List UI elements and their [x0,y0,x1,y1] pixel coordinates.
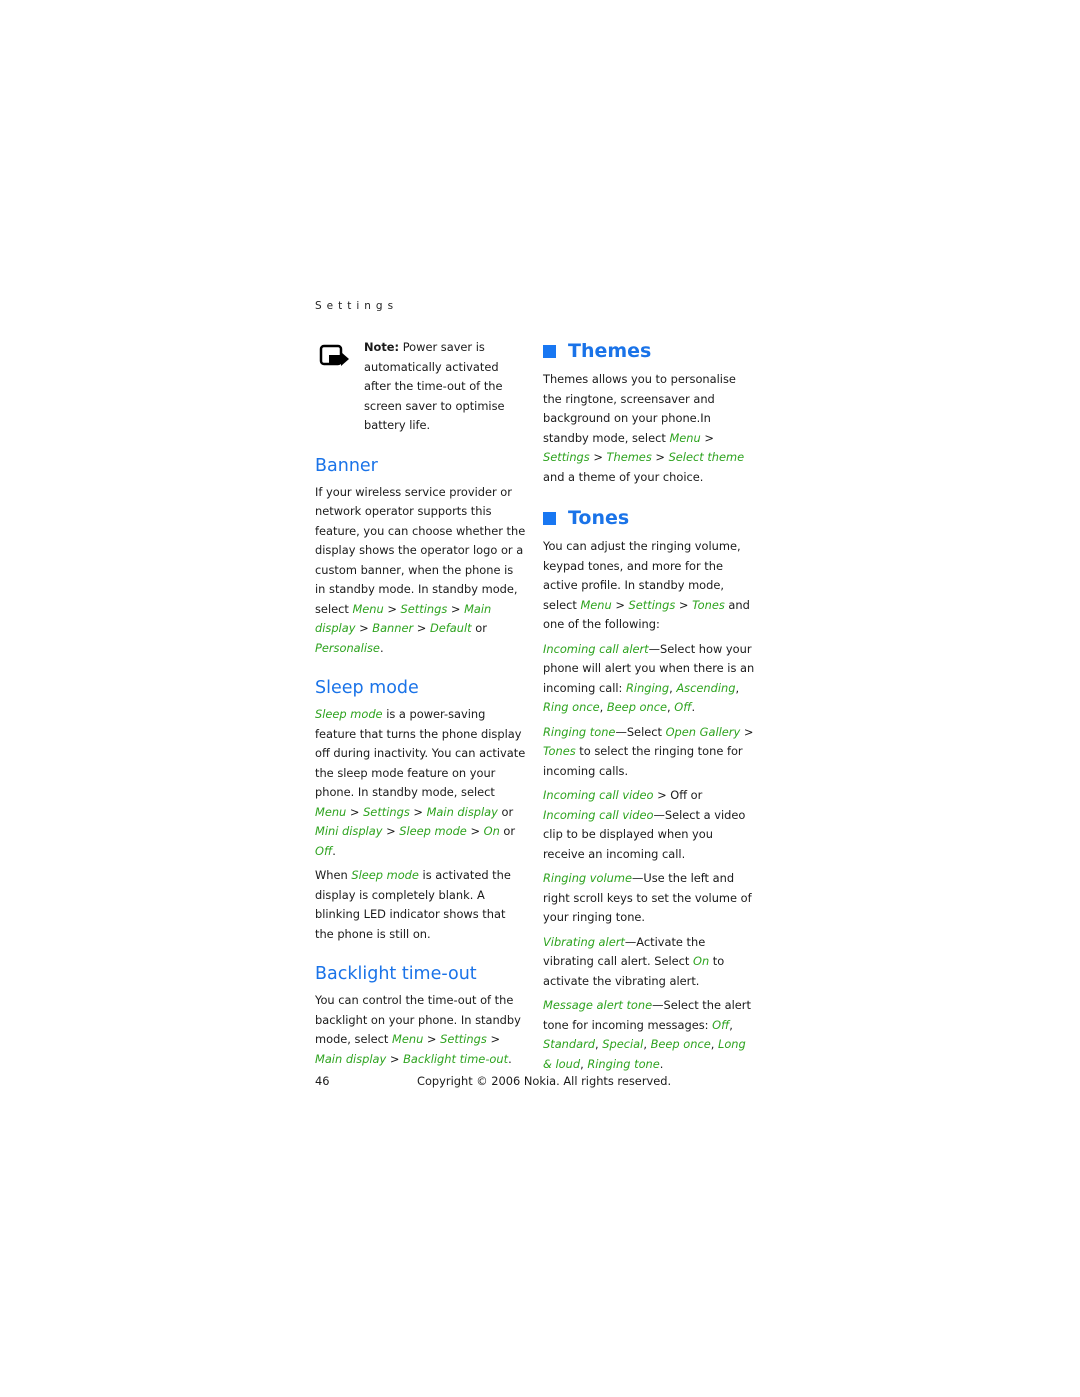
banner-paragraph: If your wireless service provider or net… [315,484,526,655]
backlight-paragraph: You can control the time-out of the back… [315,993,521,1066]
tones-item-incoming-call-video: Incoming call video > Off or Incoming ca… [543,788,746,861]
tones-heading: Tones [543,505,755,531]
link-default: Default [429,621,472,635]
right-column: Themes Themes allows you to personalise … [543,338,755,1079]
sleep-mode-heading: Sleep mode [315,678,419,698]
link-banner: Banner [372,621,414,635]
note-box: Note: Power saver is automatically activ… [315,338,527,436]
sleep-mode-paragraph-2: When Sleep mode is activated the display… [315,868,511,941]
tones-item-vibrating-alert: Vibrating alert—Activate the vibrating c… [543,934,725,988]
themes-heading: Themes [543,338,755,364]
tones-item-incoming-call-alert: Incoming call alert—Select how your phon… [543,641,755,715]
backlight-heading: Backlight time-out [315,964,477,984]
section-square-icon [543,344,556,358]
note-icon [319,344,349,366]
tones-item-ringing-volume: Ringing volume—Use the left and right sc… [543,871,752,924]
themes-paragraph: Themes allows you to personalise the rin… [543,372,745,484]
running-head: Settings [315,300,399,312]
link-menu: Menu [352,601,384,616]
sleep-mode-paragraph: Sleep mode is a power-saving feature tha… [315,707,526,858]
copyright: Copyright © 2006 Nokia. All rights reser… [417,1074,672,1088]
tones-item-message-alert-tone: Message alert tone—Select the alert tone… [543,998,751,1071]
page-number: 46 [315,1074,330,1088]
section-square-icon [543,511,556,525]
tones-item-ringing-tone: Ringing tone—Select Open Gallery > Tones… [543,724,754,778]
note-label: Note: [364,340,400,354]
manual-page: Settings Note: Power saver is automatica… [0,0,1080,1397]
banner-heading: Banner [315,455,378,476]
link-settings: Settings [400,601,448,616]
link-personalise: Personalise [315,640,380,655]
left-column: Note: Power saver is automatically activ… [315,338,527,1074]
tones-intro: You can adjust the ringing volume, keypa… [543,539,750,631]
